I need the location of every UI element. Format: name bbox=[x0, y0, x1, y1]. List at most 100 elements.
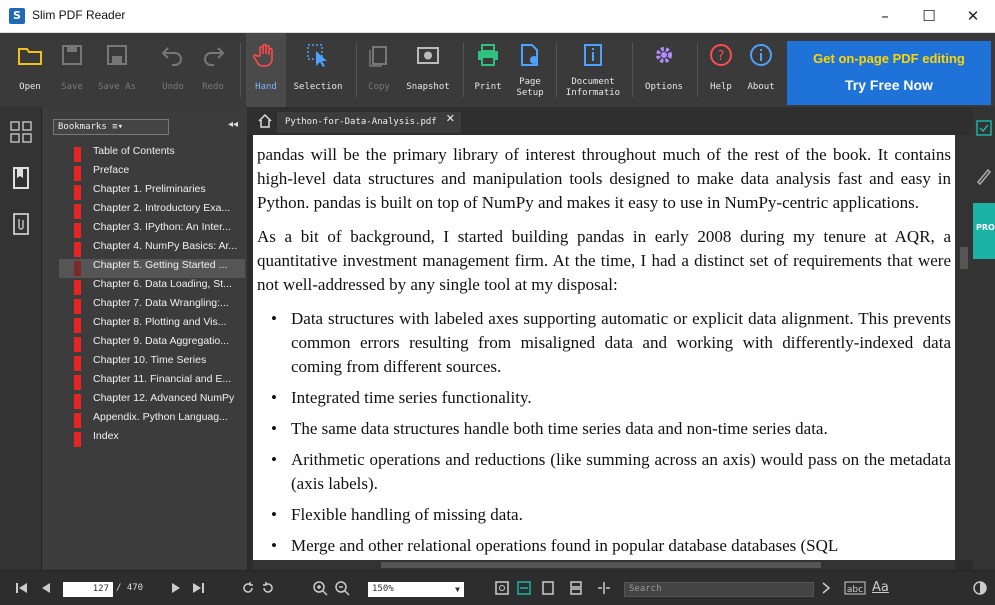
minimize-button[interactable]: – bbox=[863, 0, 907, 33]
bookmark-item[interactable]: Chapter 8. Plotting and Vis... bbox=[59, 316, 245, 335]
bookmark-item[interactable]: Index bbox=[59, 430, 245, 449]
save-as-label: Save As bbox=[98, 82, 136, 92]
vertical-scrollbar[interactable] bbox=[955, 135, 973, 560]
selection-label: Selection bbox=[293, 82, 343, 92]
page-setup-button[interactable]: Page Setup bbox=[510, 33, 550, 107]
redo-button[interactable]: Redo bbox=[195, 33, 231, 107]
save-as-icon bbox=[107, 45, 127, 65]
zoom-in-icon[interactable] bbox=[312, 580, 328, 596]
bookmark-flag-icon bbox=[74, 394, 81, 409]
rotate-clockwise-icon[interactable] bbox=[240, 580, 256, 596]
bullet-item: Merge and other relational operations fo… bbox=[257, 534, 951, 558]
right-panel-rail: PRO bbox=[973, 107, 995, 570]
pdf-page[interactable]: pandas will be the primary library of in… bbox=[253, 135, 955, 560]
open-button[interactable]: Open bbox=[6, 33, 54, 107]
help-label: Help bbox=[710, 82, 732, 92]
about-button[interactable]: About bbox=[742, 33, 780, 107]
gear-icon bbox=[656, 47, 672, 63]
toolbar-divider bbox=[463, 43, 464, 97]
hand-tool-button[interactable]: Hand bbox=[246, 33, 286, 107]
attachments-icon[interactable] bbox=[8, 211, 34, 237]
promo-banner-button[interactable]: Get on-page PDF editing Try Free Now bbox=[787, 41, 991, 105]
snapshot-button[interactable]: Snapshot bbox=[400, 33, 456, 107]
bookmark-item[interactable]: Chapter 4. NumPy Basics: Ar... bbox=[59, 240, 245, 259]
bookmark-flag-icon bbox=[74, 432, 81, 447]
bookmark-item[interactable]: Chapter 2. Introductory Exa... bbox=[59, 202, 245, 221]
single-page-view-icon[interactable] bbox=[540, 580, 556, 596]
previous-page-icon[interactable] bbox=[38, 580, 54, 596]
bookmark-item[interactable]: Chapter 10. Time Series bbox=[59, 354, 245, 373]
bullet-item: Data structures with labeled axes suppor… bbox=[257, 307, 951, 379]
fit-width-icon[interactable] bbox=[516, 580, 532, 596]
next-page-icon[interactable] bbox=[168, 580, 184, 596]
search-input[interactable]: Search bbox=[624, 582, 814, 597]
undo-button[interactable]: Undo bbox=[155, 33, 191, 107]
close-tab-icon[interactable]: ✕ bbox=[446, 112, 455, 125]
document-info-label-line2: Informatio bbox=[565, 88, 621, 98]
bookmark-label: Chapter 12. Advanced NumPy bbox=[93, 392, 235, 404]
copy-icon bbox=[369, 46, 387, 67]
bookmark-item[interactable]: Preface bbox=[59, 164, 245, 183]
signature-icon[interactable] bbox=[975, 167, 993, 185]
print-button[interactable]: Print bbox=[468, 33, 508, 107]
vertical-scroll-thumb[interactable] bbox=[960, 247, 968, 269]
bookmark-item[interactable]: Chapter 3. IPython: An Inter... bbox=[59, 221, 245, 240]
search-next-icon[interactable] bbox=[818, 580, 834, 596]
pro-tab[interactable]: PRO bbox=[973, 203, 995, 259]
horizontal-scrollbar[interactable] bbox=[253, 560, 955, 570]
bookmark-item[interactable]: Chapter 9. Data Aggregatio... bbox=[59, 335, 245, 354]
bookmarks-panel-icon[interactable] bbox=[8, 165, 34, 191]
maximize-button[interactable]: ☐ bbox=[907, 0, 951, 33]
horizontal-scroll-thumb[interactable] bbox=[381, 562, 821, 568]
theme-toggle-icon[interactable] bbox=[972, 580, 988, 596]
collapse-panel-icon[interactable]: ◂◂ bbox=[228, 119, 238, 130]
bookmark-item[interactable]: Chapter 1. Preliminaries bbox=[59, 183, 245, 202]
save-label: Save bbox=[61, 82, 83, 92]
bookmark-item[interactable]: Chapter 11. Financial and E... bbox=[59, 373, 245, 392]
document-tab[interactable]: Python-for-Data-Analysis.pdf ✕ bbox=[277, 112, 461, 133]
bookmark-flag-icon bbox=[74, 318, 81, 333]
bookmark-label: Chapter 11. Financial and E... bbox=[93, 373, 232, 385]
thumbnails-icon[interactable] bbox=[8, 119, 34, 145]
bookmark-item[interactable]: Chapter 5. Getting Started ... bbox=[59, 259, 245, 278]
selection-tool-button[interactable]: Selection bbox=[289, 33, 347, 107]
bookmark-item[interactable]: Chapter 12. Advanced NumPy bbox=[59, 392, 245, 411]
bookmark-item[interactable]: Appendix. Python Languag... bbox=[59, 411, 245, 430]
whole-word-icon[interactable]: abc bbox=[844, 580, 866, 596]
left-panel-rail bbox=[0, 107, 42, 570]
bookmark-item[interactable]: Chapter 7. Data Wrangling:... bbox=[59, 297, 245, 316]
bookmark-label: Chapter 9. Data Aggregatio... bbox=[93, 335, 230, 347]
save-button[interactable]: Save bbox=[56, 33, 88, 107]
window-title: Slim PDF Reader bbox=[32, 8, 126, 22]
copy-button[interactable]: Copy bbox=[362, 33, 396, 107]
bookmark-label: Chapter 3. IPython: An Inter... bbox=[93, 221, 231, 233]
zoom-out-icon[interactable] bbox=[334, 580, 350, 596]
redo-icon bbox=[204, 47, 225, 66]
bookmark-item[interactable]: Table of Contents bbox=[59, 145, 245, 164]
home-icon[interactable] bbox=[257, 113, 273, 129]
options-button[interactable]: Options bbox=[638, 33, 690, 107]
bookmark-item[interactable]: Chapter 6. Data Loading, St... bbox=[59, 278, 245, 297]
zoom-select[interactable]: 150% ▼ bbox=[368, 582, 464, 597]
close-window-button[interactable]: ✕ bbox=[951, 0, 995, 33]
split-view-icon[interactable] bbox=[596, 580, 612, 596]
last-page-icon[interactable] bbox=[190, 580, 206, 596]
bookmark-label: Chapter 6. Data Loading, St... bbox=[93, 278, 232, 290]
document-information-button[interactable]: Document Informatio bbox=[562, 33, 624, 107]
first-page-icon[interactable] bbox=[14, 580, 30, 596]
svg-text:abc: abc bbox=[847, 585, 863, 595]
continuous-view-icon[interactable] bbox=[568, 580, 584, 596]
match-case-toggle[interactable]: Aa bbox=[872, 580, 889, 595]
save-as-button[interactable]: Save As bbox=[92, 33, 142, 107]
bookmark-label: Chapter 8. Plotting and Vis... bbox=[93, 316, 227, 328]
bookmark-label: Preface bbox=[93, 164, 130, 176]
bookmark-flag-icon bbox=[74, 375, 81, 390]
help-button[interactable]: ? Help bbox=[703, 33, 739, 107]
bullet-item: Arithmetic operations and reductions (li… bbox=[257, 448, 951, 496]
checklist-icon[interactable] bbox=[975, 119, 993, 137]
promo-headline: Get on-page PDF editing bbox=[813, 51, 965, 66]
fit-page-icon[interactable] bbox=[494, 580, 510, 596]
bookmarks-dropdown[interactable]: Bookmarks ≡▾ bbox=[53, 119, 169, 135]
rotate-counterclockwise-icon[interactable] bbox=[260, 580, 276, 596]
page-number-input[interactable]: 127 bbox=[63, 582, 113, 597]
